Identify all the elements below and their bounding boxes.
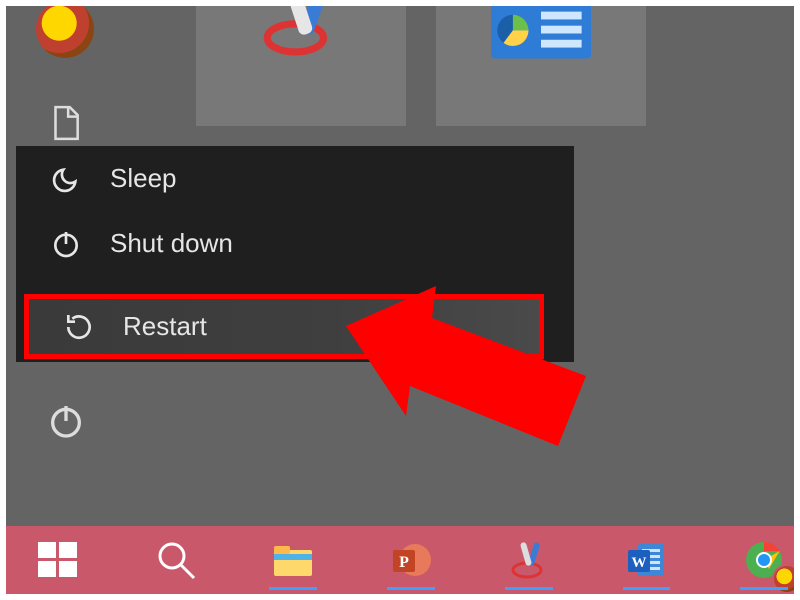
word-icon: W — [624, 538, 668, 582]
running-indicator — [623, 587, 671, 590]
shutdown-menu-item[interactable]: Shut down — [16, 211, 574, 276]
file-explorer-button[interactable] — [263, 530, 323, 590]
start-menu-region: el Sleep Shut down Restart — [6, 6, 794, 594]
restart-menu-item[interactable]: Restart — [24, 294, 544, 359]
svg-text:W: W — [632, 555, 647, 571]
sleep-label: Sleep — [110, 163, 177, 194]
shutdown-label: Shut down — [110, 228, 233, 259]
windows-logo-icon — [36, 538, 80, 582]
chrome-button[interactable] — [734, 530, 794, 590]
user-avatar[interactable] — [36, 6, 94, 58]
restart-label: Restart — [123, 311, 207, 342]
scissors-icon — [507, 538, 551, 582]
sleep-menu-item[interactable]: Sleep — [16, 146, 574, 211]
start-tile-snipping-tool[interactable] — [196, 6, 406, 126]
running-indicator — [269, 587, 317, 590]
moon-icon — [50, 163, 82, 195]
word-button[interactable]: W — [617, 530, 677, 590]
power-flyout: Sleep Shut down Restart — [16, 146, 574, 362]
start-button[interactable] — [28, 530, 88, 590]
running-indicator — [387, 587, 435, 590]
running-indicator — [740, 587, 788, 590]
snipping-tool-button[interactable] — [499, 530, 559, 590]
svg-text:P: P — [399, 554, 409, 571]
power-off-icon — [50, 228, 82, 260]
screenshot-frame: el Sleep Shut down Restart — [0, 0, 800, 600]
powerpoint-icon: P — [389, 538, 433, 582]
running-indicator — [505, 587, 553, 590]
taskbar: P W — [6, 526, 794, 594]
start-tile-control-panel[interactable] — [436, 6, 646, 126]
search-icon — [154, 538, 198, 582]
power-icon[interactable] — [46, 401, 86, 446]
powerpoint-button[interactable]: P — [381, 530, 441, 590]
folder-icon — [271, 538, 315, 582]
restart-icon — [63, 311, 95, 343]
documents-icon[interactable] — [46, 104, 84, 147]
search-button[interactable] — [146, 530, 206, 590]
